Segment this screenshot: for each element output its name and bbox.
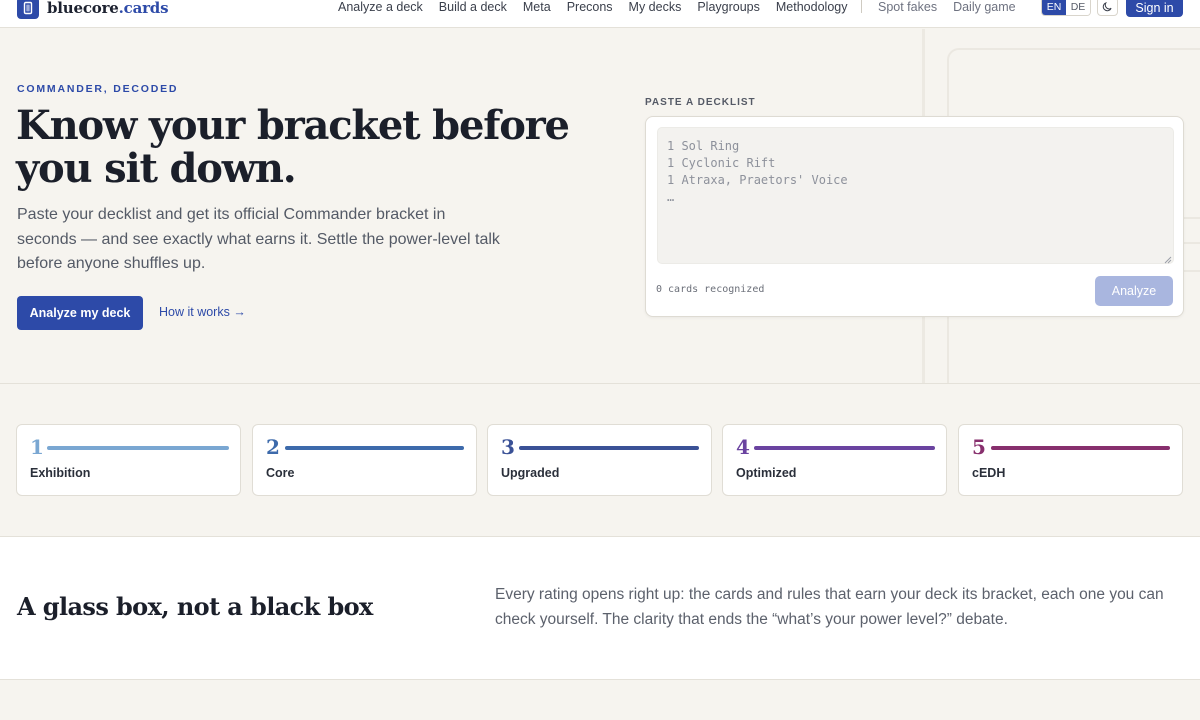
- decorative-tick: [1183, 270, 1200, 272]
- nav-daily-game[interactable]: Daily game: [953, 0, 1016, 14]
- bracket-bar: [47, 446, 229, 450]
- decorative-tick: [1183, 217, 1200, 219]
- nav-my-decks[interactable]: My decks: [629, 0, 682, 14]
- hero-subtitle: Paste your decklist and get its official…: [17, 206, 500, 272]
- analyze-my-deck-button[interactable]: Analyze my deck: [17, 296, 143, 330]
- card-deck-icon: [17, 0, 39, 19]
- bracket-bar: [285, 446, 464, 450]
- top-nav-bar: bluecore.cards Analyze a deck Build a de…: [0, 0, 1200, 28]
- bracket-label: Optimized: [736, 466, 797, 480]
- glass-box-section: A glass box, not a black box Every ratin…: [0, 536, 1200, 680]
- bracket-label: cEDH: [972, 466, 1006, 480]
- language-switcher: EN DE: [1041, 0, 1091, 16]
- nav-meta[interactable]: Meta: [523, 0, 551, 14]
- bracket-label: Upgraded: [501, 466, 560, 480]
- section-title: A glass box, not a black box: [17, 592, 373, 621]
- nav-precons[interactable]: Precons: [567, 0, 613, 14]
- lang-en-button[interactable]: EN: [1042, 0, 1066, 15]
- bracket-number: 2: [266, 435, 280, 459]
- decklist-label: PASTE A DECKLIST: [645, 97, 756, 108]
- how-it-works-link[interactable]: How it works →: [159, 305, 246, 319]
- nav-build-deck[interactable]: Build a deck: [439, 0, 507, 14]
- nav-spot-fakes[interactable]: Spot fakes: [878, 0, 937, 14]
- bracket-label: Exhibition: [30, 466, 91, 480]
- cards-recognized-status: 0 cards recognized: [656, 284, 765, 295]
- bracket-card-5[interactable]: 5 cEDH: [958, 424, 1183, 496]
- nav-playgroups[interactable]: Playgroups: [697, 0, 760, 14]
- bracket-number: 5: [972, 435, 986, 459]
- bracket-bar: [991, 446, 1170, 450]
- brand-name: bluecore: [47, 0, 119, 17]
- bracket-scale: 1 Exhibition 2 Core 3 Upgraded 4 Optimiz…: [0, 385, 1200, 536]
- bracket-card-3[interactable]: 3 Upgraded: [487, 424, 712, 496]
- bracket-number: 1: [30, 435, 44, 459]
- section-text: Every rating opens right up: the cards a…: [495, 586, 1164, 628]
- decklist-textarea[interactable]: 1 Sol Ring 1 Cyclonic Rift 1 Atraxa, Pra…: [657, 127, 1174, 264]
- bracket-bar: [754, 446, 935, 450]
- bracket-card-4[interactable]: 4 Optimized: [722, 424, 947, 496]
- decklist-card: 1 Sol Ring 1 Cyclonic Rift 1 Atraxa, Pra…: [645, 116, 1184, 317]
- bracket-card-1[interactable]: 1 Exhibition: [16, 424, 241, 496]
- brand-logo[interactable]: bluecore.cards: [17, 0, 169, 19]
- main-nav: Analyze a deck Build a deck Meta Precons…: [338, 0, 863, 15]
- secondary-nav: Spot fakes Daily game: [878, 0, 1032, 15]
- nav-analyze-deck[interactable]: Analyze a deck: [338, 0, 423, 14]
- hero-title: Know your bracket before you sit down.: [16, 102, 570, 192]
- brand-suffix: .cards: [118, 0, 169, 17]
- bracket-label: Core: [266, 466, 295, 480]
- analyze-button[interactable]: Analyze: [1095, 276, 1173, 306]
- sign-in-button[interactable]: Sign in: [1126, 0, 1183, 17]
- hero-eyebrow: COMMANDER, DECODED: [17, 83, 179, 95]
- bracket-card-2[interactable]: 2 Core: [252, 424, 477, 496]
- nav-divider: [861, 0, 862, 13]
- nav-methodology[interactable]: Methodology: [776, 0, 848, 14]
- bracket-bar: [519, 446, 699, 450]
- bracket-number: 4: [736, 435, 750, 459]
- resize-handle-icon[interactable]: [1164, 256, 1172, 264]
- decorative-tick: [1183, 242, 1200, 244]
- bracket-number: 3: [501, 435, 515, 459]
- moon-icon: [1102, 1, 1112, 12]
- hero-section: COMMANDER, DECODED Know your bracket bef…: [0, 29, 1200, 384]
- theme-toggle-button[interactable]: [1097, 0, 1118, 16]
- lang-de-button[interactable]: DE: [1066, 0, 1090, 15]
